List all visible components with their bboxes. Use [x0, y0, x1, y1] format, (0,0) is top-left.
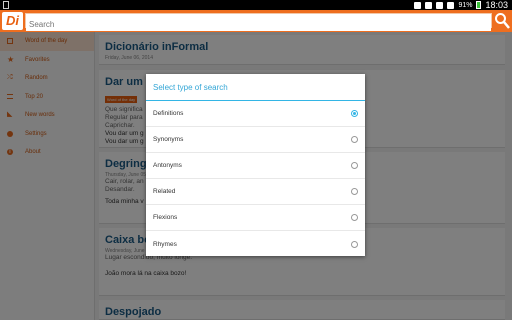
radio-icon[interactable] — [351, 214, 358, 221]
radio-icon[interactable] — [351, 188, 358, 195]
cast-icon — [414, 1, 422, 9]
battery-icon — [476, 1, 482, 9]
status-bar: 91% 18:03 — [0, 0, 512, 10]
option-label: Synonyms — [153, 136, 184, 143]
option-label: Definitions — [153, 110, 184, 117]
dialog-title: Select type of search — [146, 74, 365, 101]
wifi-icon — [436, 1, 444, 9]
option-related[interactable]: Related — [146, 179, 365, 205]
option-label: Rhymes — [153, 240, 177, 248]
notification-icon — [3, 1, 9, 9]
app-logo[interactable]: Di — [2, 12, 23, 30]
option-rhymes[interactable]: Rhymes — [146, 231, 365, 257]
radio-icon[interactable] — [351, 162, 358, 169]
option-label: Related — [153, 188, 176, 195]
radio-selected-icon[interactable] — [351, 110, 358, 117]
option-label: Flexions — [153, 214, 178, 221]
status-icons: 91% 18:03 — [414, 0, 508, 10]
search-type-dialog: Select type of search Definitions Synony… — [146, 74, 365, 256]
battery-percent: 91% — [458, 1, 473, 9]
option-flexions[interactable]: Flexions — [146, 205, 365, 231]
signal-icon — [447, 1, 455, 9]
silent-icon — [425, 1, 433, 9]
radio-icon[interactable] — [351, 240, 358, 248]
option-label: Antonyms — [153, 162, 182, 169]
search-input[interactable] — [26, 18, 491, 31]
search-icon[interactable] — [494, 12, 510, 29]
search-box[interactable] — [25, 13, 492, 31]
option-definitions[interactable]: Definitions — [146, 101, 365, 127]
option-antonyms[interactable]: Antonyms — [146, 153, 365, 179]
clock: 18:03 — [485, 0, 508, 10]
radio-icon[interactable] — [351, 136, 358, 143]
option-synonyms[interactable]: Synonyms — [146, 127, 365, 153]
